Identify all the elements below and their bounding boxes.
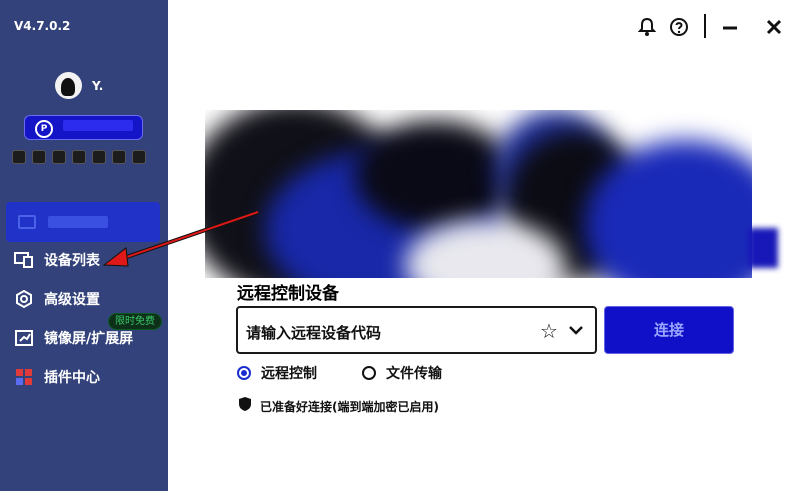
sidebar-item-advanced-settings[interactable]: 高级设置 bbox=[14, 287, 100, 311]
section-title: 远程控制设备 bbox=[237, 284, 339, 304]
sidebar-item-label-obscured bbox=[48, 216, 108, 228]
shield-icon bbox=[238, 396, 252, 416]
sidebar-item-label: 插件中心 bbox=[44, 370, 100, 386]
device-code-input[interactable]: 请输入远程设备代码 ☆ bbox=[236, 306, 597, 354]
toolbar-divider bbox=[704, 14, 706, 38]
close-icon[interactable] bbox=[763, 14, 785, 40]
feature-icon[interactable] bbox=[132, 150, 146, 164]
settings-gear-icon bbox=[14, 289, 34, 309]
sidebar-item-label: 设备列表 bbox=[44, 253, 100, 269]
avatar[interactable] bbox=[55, 72, 82, 99]
username: Y. bbox=[92, 79, 104, 93]
help-icon[interactable] bbox=[668, 14, 690, 40]
screen-mirror-icon bbox=[14, 329, 34, 347]
version-label: V4.7.0.2 bbox=[14, 19, 71, 33]
membership-button[interactable]: P bbox=[24, 115, 143, 140]
feature-icon[interactable] bbox=[52, 150, 66, 164]
mode-file-transfer[interactable]: 文件传输 bbox=[362, 363, 442, 383]
devices-icon bbox=[14, 251, 34, 269]
sidebar-item-device-list[interactable]: 设备列表 bbox=[14, 248, 100, 272]
mode-label: 文件传输 bbox=[386, 366, 442, 382]
feature-icon[interactable] bbox=[92, 150, 106, 164]
status-text: 已准备好连接(端到端加密已启用) bbox=[260, 399, 439, 414]
connect-button[interactable]: 连接 bbox=[604, 306, 734, 354]
device-code-placeholder: 请输入远程设备代码 bbox=[246, 324, 382, 342]
sidebar-item-remote-control[interactable] bbox=[6, 202, 160, 242]
monitor-icon bbox=[18, 215, 36, 229]
radio-unselected[interactable] bbox=[362, 366, 376, 380]
feature-icon[interactable] bbox=[72, 150, 86, 164]
plugin-grid-icon bbox=[14, 368, 34, 386]
feature-icon-row bbox=[12, 150, 146, 164]
mode-remote-control[interactable]: 远程控制 bbox=[237, 363, 317, 383]
sidebar: V4.7.0.2 Y. P 设备列表 高级设置 镜像屏/扩展屏 限时免费 插件中… bbox=[0, 0, 168, 491]
feature-icon[interactable] bbox=[112, 150, 126, 164]
obscured-device-panel bbox=[205, 110, 752, 278]
minimize-icon[interactable] bbox=[719, 14, 741, 40]
free-badge: 限时免费 bbox=[108, 313, 162, 330]
chevron-down-icon[interactable] bbox=[568, 320, 584, 344]
notification-bell-icon[interactable] bbox=[636, 14, 658, 40]
sidebar-item-label: 高级设置 bbox=[44, 292, 100, 308]
vip-icon: P bbox=[35, 120, 53, 138]
membership-label-obscured bbox=[63, 120, 133, 131]
mode-label: 远程控制 bbox=[261, 366, 317, 382]
sidebar-item-label: 镜像屏/扩展屏 bbox=[44, 331, 134, 347]
feature-icon[interactable] bbox=[12, 150, 26, 164]
sidebar-item-plugin-center[interactable]: 插件中心 bbox=[14, 365, 100, 389]
favorite-star-icon[interactable]: ☆ bbox=[540, 319, 558, 343]
connection-status: 已准备好连接(端到端加密已启用) bbox=[238, 396, 439, 416]
obscured-button[interactable] bbox=[748, 228, 778, 268]
feature-icon[interactable] bbox=[32, 150, 46, 164]
radio-selected[interactable] bbox=[237, 366, 251, 380]
